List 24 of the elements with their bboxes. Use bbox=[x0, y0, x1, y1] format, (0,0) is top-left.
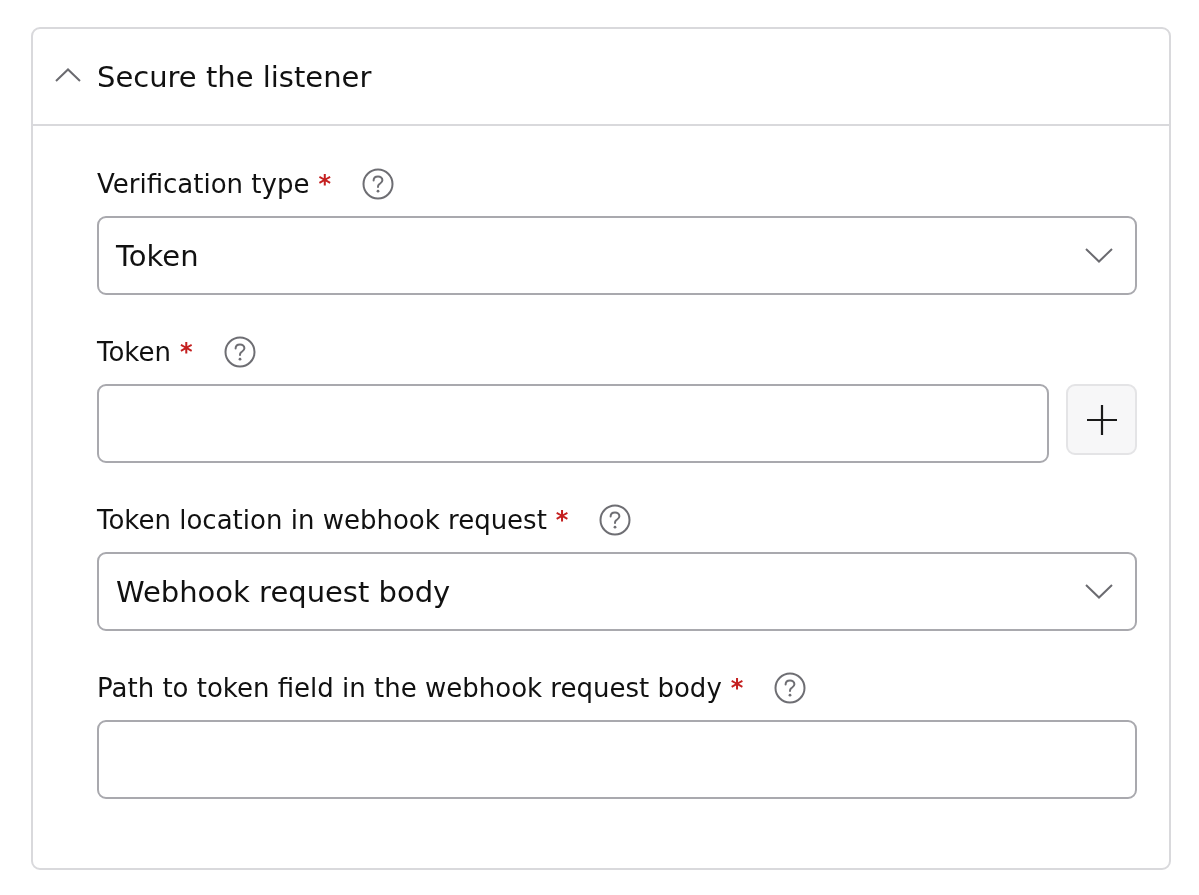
help-icon[interactable] bbox=[362, 168, 394, 200]
help-icon[interactable] bbox=[223, 336, 256, 368]
chevron-down-icon bbox=[1085, 248, 1113, 263]
chevron-up-icon[interactable] bbox=[55, 67, 81, 82]
chevron-down-icon bbox=[1085, 584, 1113, 599]
add-button[interactable] bbox=[1066, 384, 1137, 455]
select-value: Token bbox=[116, 237, 199, 274]
field-label: Token bbox=[97, 336, 171, 369]
input-field[interactable] bbox=[97, 720, 1137, 799]
required-asterisk: * bbox=[730, 673, 744, 704]
field-label: Verification type bbox=[97, 168, 310, 201]
input-field[interactable] bbox=[97, 384, 1049, 463]
section-title: Secure the listener bbox=[97, 58, 372, 95]
required-asterisk: * bbox=[180, 337, 193, 368]
select-dropdown[interactable]: Webhook request body bbox=[97, 552, 1137, 631]
select-dropdown[interactable]: Token bbox=[97, 216, 1137, 295]
help-icon[interactable] bbox=[774, 672, 807, 704]
select-value: Webhook request body bbox=[116, 573, 451, 610]
plus-icon bbox=[1086, 404, 1117, 435]
help-icon[interactable] bbox=[599, 504, 632, 536]
field-label: Token location in webhook request bbox=[97, 504, 547, 537]
required-asterisk: * bbox=[555, 505, 569, 536]
field-label: Path to token field in the webhook request body bbox=[97, 672, 722, 705]
required-asterisk: * bbox=[318, 169, 331, 200]
